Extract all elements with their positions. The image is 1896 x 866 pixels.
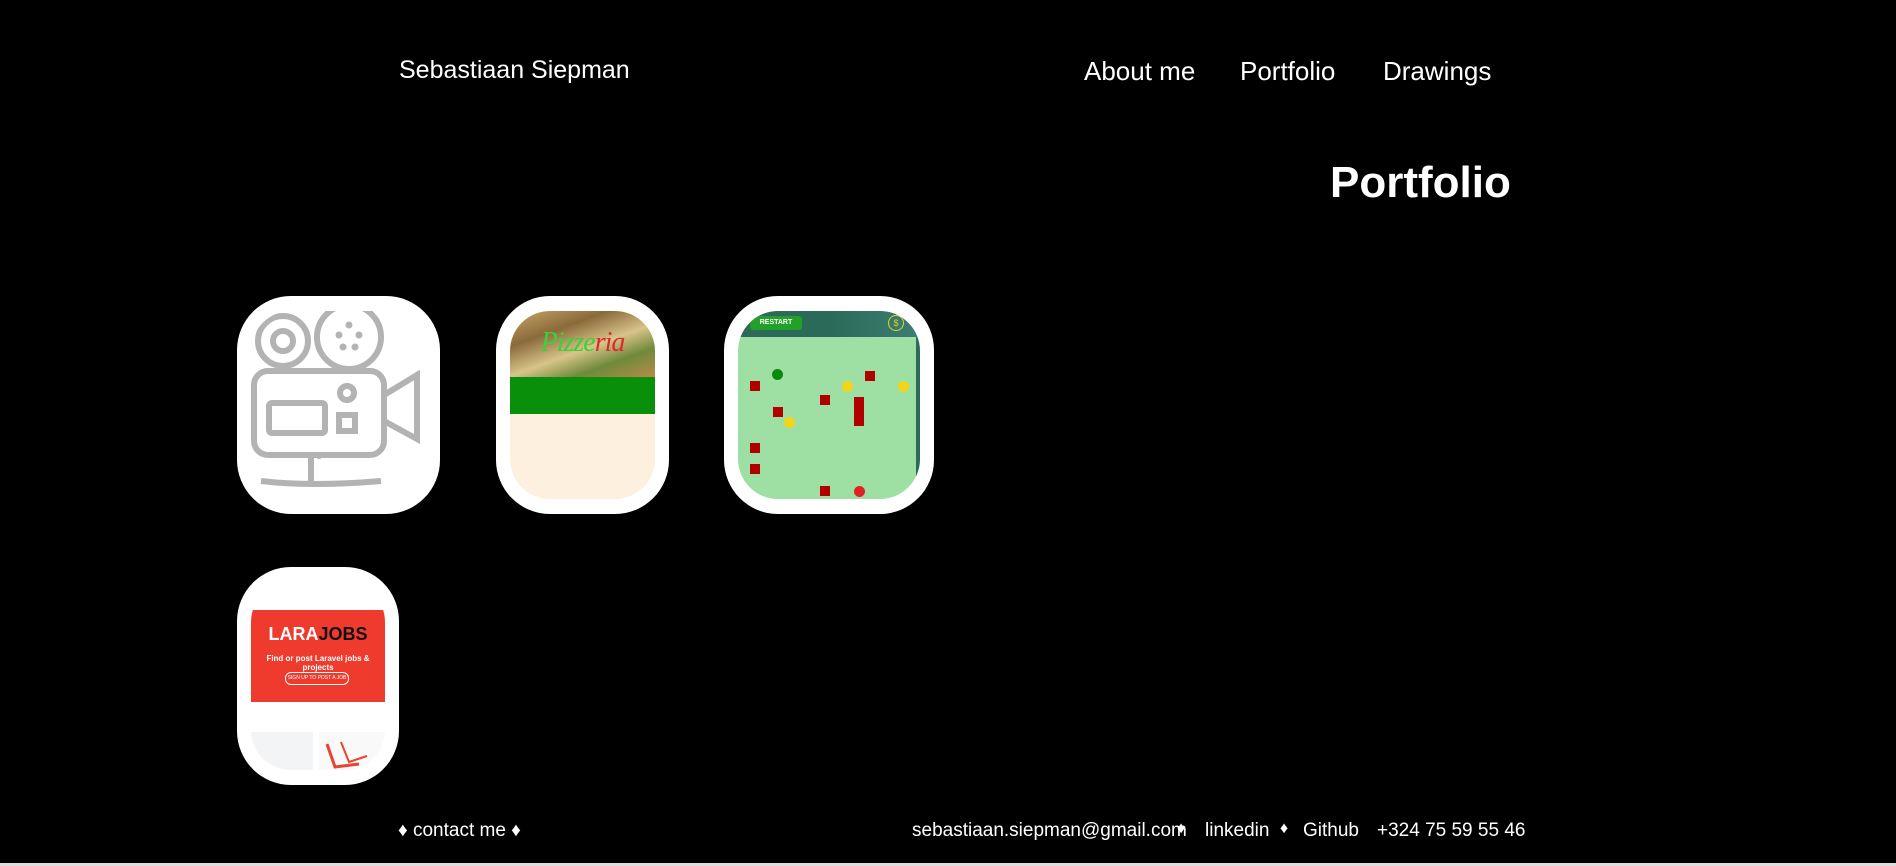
github-link[interactable]: Github bbox=[1303, 820, 1359, 842]
movie-camera-icon bbox=[251, 311, 420, 487]
player-dot bbox=[772, 369, 783, 380]
pizzeria-navbar bbox=[510, 377, 655, 414]
coin-dot bbox=[898, 381, 909, 392]
pizzeria-content bbox=[510, 414, 655, 499]
coin-icon: $ bbox=[888, 315, 904, 331]
enemy-block bbox=[750, 381, 760, 391]
project-card-pizzeria[interactable]: Pizzeria bbox=[496, 296, 669, 514]
email-link[interactable]: sebastiaan.siepman@gmail.com bbox=[912, 820, 1187, 842]
game-border bbox=[916, 337, 920, 499]
linkedin-link[interactable]: linkedin bbox=[1205, 820, 1269, 842]
project-card-game[interactable]: RESTART $ bbox=[724, 296, 934, 514]
footer-separator: ♦ bbox=[1177, 820, 1186, 837]
phone-number: +324 75 59 55 46 bbox=[1377, 820, 1526, 841]
larajobs-logo: LARAJOBS bbox=[268, 624, 368, 644]
coin-dot bbox=[784, 417, 795, 428]
page-title: Portfolio bbox=[1330, 158, 1511, 207]
footer-separator: ♦ bbox=[1280, 820, 1289, 837]
contact-heading: ♦ contact me ♦ bbox=[398, 820, 521, 841]
laravel-logo-icon bbox=[319, 732, 385, 770]
coin-dot bbox=[842, 381, 853, 392]
target-dot bbox=[854, 486, 865, 497]
project-card-movies[interactable] bbox=[237, 296, 440, 514]
enemy-block bbox=[820, 395, 830, 405]
site-name[interactable]: Sebastiaan Siepman bbox=[399, 56, 630, 85]
larajobs-banner: LARAJOBS Find or post Laravel jobs & pro… bbox=[251, 610, 385, 702]
nav-about-me[interactable]: About me bbox=[1084, 56, 1195, 87]
restart-button: RESTART bbox=[750, 316, 802, 330]
nav-drawings[interactable]: Drawings bbox=[1383, 56, 1491, 87]
larajobs-panel bbox=[251, 732, 313, 770]
enemy-block bbox=[854, 397, 864, 426]
project-card-larajobs[interactable]: LARAJOBS Find or post Laravel jobs & pro… bbox=[237, 567, 399, 785]
larajobs-tagline: Find or post Laravel jobs & projects bbox=[266, 654, 370, 672]
enemy-block bbox=[750, 464, 760, 474]
enemy-block bbox=[820, 486, 830, 496]
enemy-block bbox=[773, 407, 783, 417]
enemy-block bbox=[865, 371, 875, 381]
larajobs-signup-button: SIGN UP TO POST A JOB bbox=[285, 672, 349, 685]
enemy-block bbox=[750, 443, 760, 453]
nav-portfolio[interactable]: Portfolio bbox=[1240, 56, 1335, 87]
pizzeria-title: Pizzeria bbox=[540, 327, 626, 358]
